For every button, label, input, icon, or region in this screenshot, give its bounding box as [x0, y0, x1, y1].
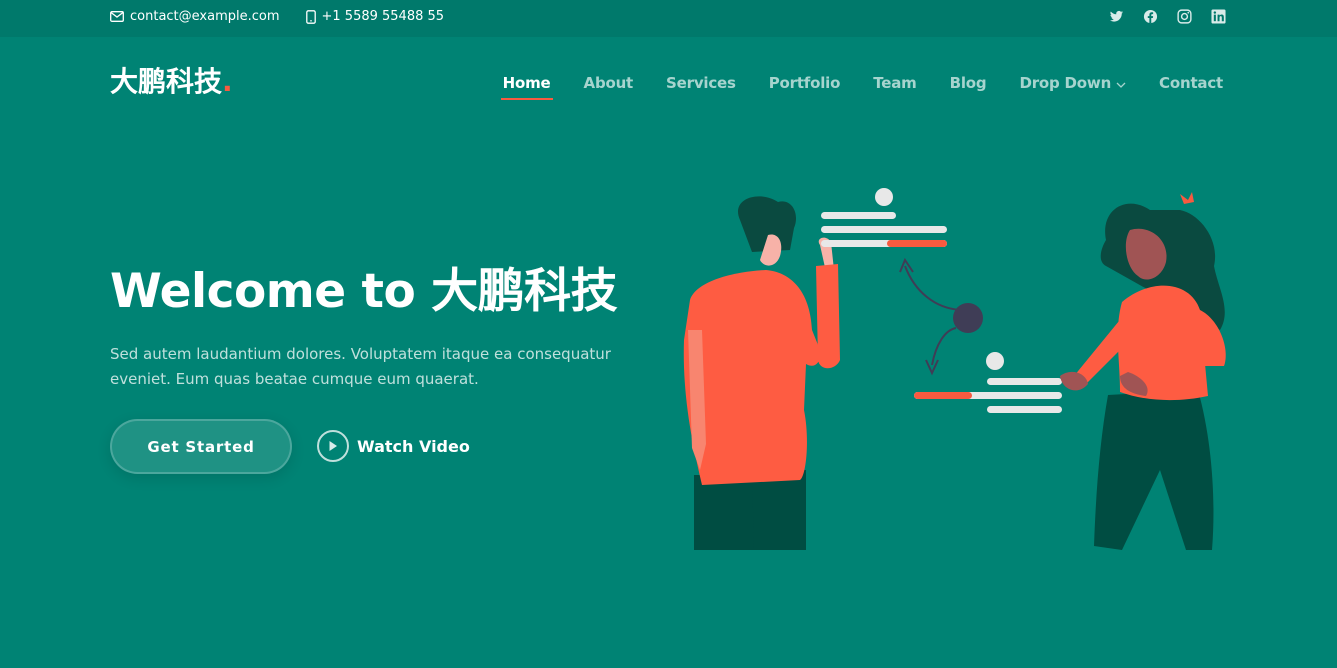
contact-info: contact@example.com +1 5589 55488 55: [110, 9, 444, 24]
nav-dropdown[interactable]: Drop Down: [1019, 72, 1126, 94]
nav-blog-label: Blog: [949, 74, 987, 92]
email-text: contact@example.com: [130, 9, 280, 24]
twitter-icon[interactable]: [1109, 9, 1124, 24]
nav-portfolio-label: Portfolio: [768, 74, 841, 92]
nav-contact[interactable]: Contact: [1159, 72, 1223, 94]
top-list-graphic: [821, 188, 947, 247]
nav-portfolio[interactable]: Portfolio: [769, 72, 841, 94]
hero-description: Sed autem laudantium dolores. Voluptatem…: [110, 345, 611, 388]
nav-team-label: Team: [873, 74, 917, 92]
nav-contact-label: Contact: [1159, 74, 1223, 92]
bottom-list-graphic: [914, 352, 1062, 413]
instagram-icon[interactable]: [1177, 9, 1192, 24]
logo-dot: .: [222, 65, 233, 98]
play-icon: [317, 430, 349, 462]
watch-video-label: Watch Video: [357, 436, 470, 456]
get-started-button[interactable]: Get Started: [110, 419, 292, 474]
woman-figure: [1060, 192, 1226, 550]
man-figure: [683, 196, 840, 550]
chevron-down-icon: [1116, 74, 1126, 92]
nav-about-label: About: [583, 74, 634, 92]
facebook-icon[interactable]: [1143, 9, 1158, 24]
connector-node: [953, 303, 983, 333]
nav-home[interactable]: Home: [500, 72, 553, 100]
site-logo[interactable]: 大鹏科技.: [110, 64, 233, 100]
hero-illustration: [683, 188, 1226, 550]
phone-contact[interactable]: +1 5589 55488 55: [305, 9, 445, 24]
logo-text: 大鹏科技: [110, 65, 223, 98]
email-contact[interactable]: contact@example.com: [110, 9, 280, 24]
hero-title: Welcome to 大鹏科技: [110, 264, 618, 319]
linkedin-icon[interactable]: [1211, 9, 1226, 24]
nav-blog[interactable]: Blog: [950, 72, 987, 94]
envelope-icon: [110, 11, 124, 22]
nav-home-label: Home: [502, 74, 551, 92]
phone-icon: [305, 9, 316, 24]
nav-team[interactable]: Team: [873, 72, 917, 94]
top-bar: contact@example.com +1 5589 55488 55: [0, 0, 1337, 37]
main-navigation: Home About Services Portfolio Team Blog …: [500, 72, 1223, 100]
social-links: [1109, 9, 1226, 24]
phone-text: +1 5589 55488 55: [321, 9, 445, 24]
connector-graphic: [899, 257, 961, 376]
nav-services-label: Services: [666, 74, 736, 92]
nav-dropdown-label: Drop Down: [1019, 74, 1112, 92]
watch-video-button[interactable]: Watch Video: [317, 430, 470, 462]
nav-services[interactable]: Services: [666, 72, 736, 94]
nav-about[interactable]: About: [584, 72, 634, 94]
